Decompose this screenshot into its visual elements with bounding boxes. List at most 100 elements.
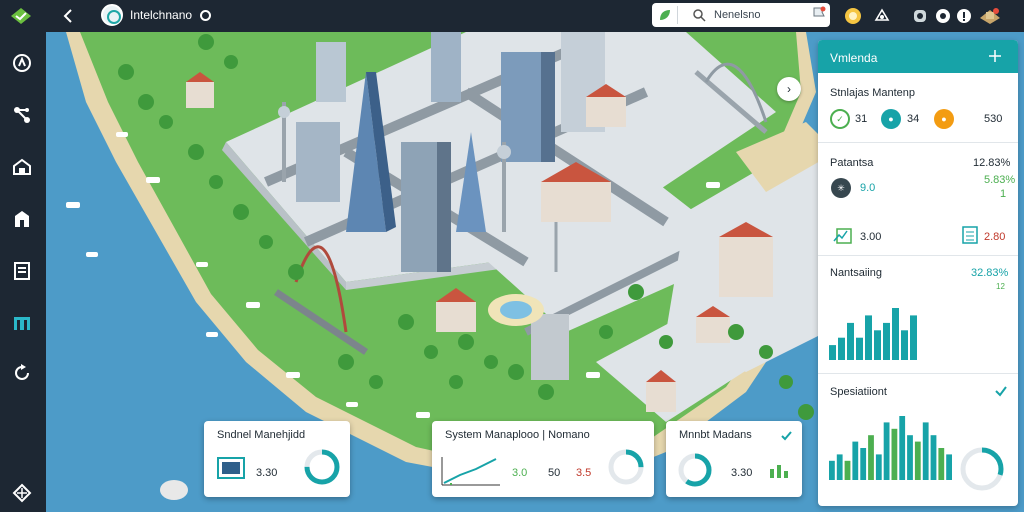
bank-icon — [14, 317, 30, 330]
nav-building[interactable] — [7, 204, 37, 234]
stat-1: 31 — [855, 113, 868, 125]
coin-icon[interactable] — [843, 6, 863, 26]
panel-header: Vmlenda — [818, 40, 1018, 73]
section-title-mantenp: Stnlajas Mantenp — [830, 87, 915, 99]
share-nodes-icon — [14, 107, 30, 123]
card-value: 3.30 — [256, 467, 278, 479]
nav-home[interactable] — [7, 152, 37, 182]
card-value-2: 50 — [548, 467, 561, 479]
value-right: 2.80 — [984, 231, 1006, 243]
notification-icon[interactable] — [954, 6, 974, 26]
chart-bar — [844, 460, 851, 480]
app-title: Intelchnano — [130, 8, 193, 22]
move-icon[interactable] — [988, 49, 1002, 63]
chart-bar — [883, 422, 890, 480]
section-title-nantsaiing: Nantsaiing — [830, 267, 882, 279]
avatar-icon[interactable] — [978, 6, 1002, 26]
value-left: 9.0 — [860, 182, 876, 194]
logo-icon — [11, 8, 31, 24]
monitor-icon — [217, 457, 245, 479]
nav-move[interactable] — [7, 478, 37, 508]
status-dot-icon — [200, 10, 211, 21]
chart-bar — [883, 322, 890, 360]
value-green: 5.83% — [984, 174, 1016, 186]
refresh-icon — [15, 364, 29, 380]
chart-bar — [874, 330, 881, 360]
value-small: 12 — [996, 282, 1005, 291]
chart-bar — [860, 448, 867, 480]
nav-document[interactable] — [7, 256, 37, 286]
section-title-spesiatiiont: Spesiatiiont — [830, 386, 887, 398]
section-title-patantsa: Patantsa — [830, 157, 874, 169]
flag-icon[interactable] — [812, 6, 826, 22]
stat-3: 530 — [984, 113, 1003, 125]
document-icon — [14, 262, 30, 280]
nav-refresh[interactable] — [7, 358, 37, 388]
nav-compass[interactable] — [7, 48, 37, 78]
card-value: 3.30 — [731, 467, 753, 479]
card-title: System Manaplooo | Nomano — [445, 429, 590, 441]
building-icon — [15, 211, 29, 227]
coin-circle-icon: ● — [934, 109, 954, 129]
card-donut-chart — [608, 449, 644, 485]
chart-bar — [899, 416, 906, 480]
toggle-icon[interactable] — [910, 6, 930, 26]
chart-bar — [836, 454, 843, 480]
chart-bar — [946, 454, 952, 480]
mini-bar-chart — [829, 308, 917, 360]
card-donut-chart — [678, 453, 712, 487]
chart-bar — [829, 460, 835, 480]
panel-divider — [818, 373, 1018, 374]
search-icon — [693, 9, 706, 22]
check-circle-icon: ✓ — [830, 109, 850, 129]
map-next-button[interactable]: › — [777, 77, 801, 101]
search-box[interactable]: Nenelsno — [652, 3, 830, 27]
settings-icon[interactable] — [933, 6, 953, 26]
nav-bank[interactable] — [7, 307, 37, 337]
chart-bar — [892, 308, 899, 360]
chart-bar — [891, 428, 898, 480]
card-value-1: 3.0 — [512, 467, 528, 479]
card-mnnbt[interactable]: Mnnbt Madans 3.30 — [666, 421, 802, 497]
card-title: Mnnbt Madans — [679, 429, 752, 441]
chart-bar — [838, 337, 845, 360]
value-one: 1 — [1000, 188, 1007, 200]
user-circle-icon: ● — [881, 109, 901, 129]
search-input[interactable]: Nenelsno — [714, 9, 760, 21]
chart-bar — [901, 330, 908, 360]
app-badge-icon — [101, 4, 123, 26]
top-bar: Intelchnano Nenelsno — [46, 0, 1024, 32]
chart-bar — [868, 435, 874, 480]
panel-donut-chart — [960, 447, 1004, 491]
chart-bar — [938, 448, 945, 480]
list-icon — [962, 226, 978, 244]
chart-bar — [907, 435, 913, 480]
chart-bar — [922, 422, 929, 480]
card-system[interactable]: System Manaplooo | Nomano 3.0 50 3.5 — [432, 421, 654, 497]
check-icon — [781, 431, 792, 441]
card-sndnel[interactable]: Sndnel Manehjidd 3.30 — [204, 421, 350, 497]
nav-share[interactable] — [7, 100, 37, 130]
stats-panel: Vmlenda Stnlajas Mantenp ✓ 31 ● 34 ● 530… — [818, 40, 1018, 506]
stat-2: 34 — [907, 113, 920, 125]
chart-bar — [852, 441, 859, 480]
panel-divider — [818, 142, 1018, 143]
chart-bar — [847, 322, 854, 360]
check-icon — [995, 386, 1007, 397]
bottom-bar-chart — [829, 416, 952, 480]
card-donut-chart — [304, 449, 340, 485]
chart-card-icon — [833, 228, 852, 244]
back-arrow-icon[interactable] — [58, 5, 80, 27]
leaf-icon — [660, 10, 670, 20]
trend-chart-icon — [441, 457, 500, 486]
chart-bar — [910, 315, 917, 360]
tools-icon[interactable] — [872, 6, 892, 26]
chart-bar — [829, 345, 836, 360]
house-icon — [13, 158, 31, 175]
bar-icon — [770, 465, 788, 478]
left-sidebar — [0, 0, 46, 512]
fan-icon: ✳ — [831, 178, 851, 198]
panel-title: Vmlenda — [830, 51, 878, 65]
search-divider — [677, 6, 678, 24]
chart-bar — [930, 435, 937, 480]
